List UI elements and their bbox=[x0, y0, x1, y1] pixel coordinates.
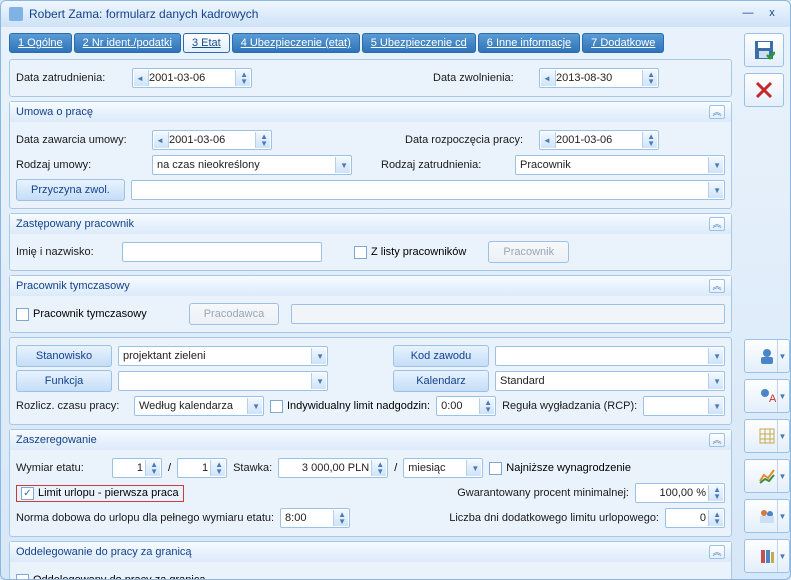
first-job-highlight: ✓Limit urlopu - pierwsza praca bbox=[16, 485, 184, 502]
collapse-icon[interactable]: ︽ bbox=[709, 279, 725, 293]
temp-section-title: Pracownik tymczasowy bbox=[16, 280, 709, 292]
temp-worker-checkbox[interactable]: Pracownik tymczasowy bbox=[16, 308, 147, 321]
wymiar-num-field[interactable]: 1▲▼ bbox=[112, 458, 162, 478]
gwar-label: Gwarantowany procent minimalnej: bbox=[457, 487, 629, 499]
grade-section-title: Zaszeregowanie bbox=[16, 434, 709, 446]
hire-date-field[interactable]: ◄2001-03-06▲▼ bbox=[132, 68, 252, 88]
grid-icon bbox=[758, 427, 776, 445]
replaced-section-title: Zastępowany pracownik bbox=[16, 218, 709, 230]
rcp-label: Reguła wygładzania (RCP): bbox=[502, 400, 637, 412]
individual-limit-checkbox[interactable]: Indywidualny limit nadgodzin: bbox=[270, 400, 430, 413]
time-settle-label: Rozlicz. czasu pracy: bbox=[16, 400, 128, 412]
employer-button: Pracodawca bbox=[189, 303, 280, 325]
tab-bar: 1 Ogólne 2 Nr ident./podatki 3 Etat 4 Ub… bbox=[9, 33, 732, 53]
stawka-label: Stawka: bbox=[233, 462, 272, 474]
funkcja-combo[interactable]: ▼ bbox=[118, 371, 328, 391]
gwar-field[interactable]: 100,00 %▲▼ bbox=[635, 483, 725, 503]
funkcja-button[interactable]: Funkcja bbox=[16, 370, 112, 392]
replaced-name-input[interactable] bbox=[122, 242, 322, 262]
app-icon bbox=[9, 7, 23, 21]
wymiar-den-field[interactable]: 1▲▼ bbox=[177, 458, 227, 478]
window-title: Robert Zama: formularz danych kadrowych bbox=[29, 7, 734, 21]
tool-button-4[interactable]: ▼ bbox=[744, 459, 790, 493]
kod-zawodu-button[interactable]: Kod zawodu bbox=[393, 345, 489, 367]
save-button[interactable] bbox=[744, 33, 784, 67]
kalendarz-combo[interactable]: Standard▼ bbox=[495, 371, 725, 391]
floppy-disk-icon bbox=[753, 39, 775, 61]
collapse-icon[interactable]: ︽ bbox=[709, 545, 725, 559]
wymiar-label: Wymiar etatu: bbox=[16, 462, 106, 474]
fire-date-label: Data zwolnienia: bbox=[433, 72, 533, 84]
collapse-icon[interactable]: ︽ bbox=[709, 433, 725, 447]
per-combo[interactable]: miesiąc▼ bbox=[403, 458, 483, 478]
tool-button-3[interactable]: ▼ bbox=[744, 419, 790, 453]
people-icon bbox=[758, 507, 776, 525]
norma-field[interactable]: 8:00▲▼ bbox=[280, 508, 350, 528]
tool-button-5[interactable]: ▼ bbox=[744, 499, 790, 533]
collapse-icon[interactable]: ︽ bbox=[709, 217, 725, 231]
collapse-icon[interactable]: ︽ bbox=[709, 105, 725, 119]
hire-date-label: Data zatrudnienia: bbox=[16, 72, 126, 84]
kalendarz-button[interactable]: Kalendarz bbox=[393, 370, 489, 392]
start-date-label: Data rozpoczęcia pracy: bbox=[405, 134, 533, 146]
books-icon bbox=[758, 547, 776, 565]
stanowisko-button[interactable]: Stanowisko bbox=[16, 345, 112, 367]
fire-date-field[interactable]: ◄2013-08-30▲▼ bbox=[539, 68, 659, 88]
individual-limit-field[interactable]: 0:00▲▼ bbox=[436, 396, 496, 416]
rcp-combo[interactable]: ▼ bbox=[643, 396, 725, 416]
tab-ident[interactable]: 2 Nr ident./podatki bbox=[74, 33, 181, 53]
termination-reason-combo[interactable]: ▼ bbox=[131, 180, 725, 200]
chart-icon bbox=[758, 467, 776, 485]
stawka-field[interactable]: 3 000,00 PLN▲▼ bbox=[278, 458, 388, 478]
time-settle-combo[interactable]: Według kalendarza▼ bbox=[134, 396, 264, 416]
extra-days-label: Liczba dni dodatkowego limitu urlopowego… bbox=[449, 512, 659, 524]
employment-type-combo[interactable]: Pracownik▼ bbox=[515, 155, 725, 175]
tab-inne[interactable]: 6 Inne informacje bbox=[478, 33, 580, 53]
slash-label: / bbox=[168, 462, 171, 474]
person-a-icon: A bbox=[758, 387, 776, 405]
cancel-button[interactable] bbox=[744, 73, 784, 107]
sign-date-field[interactable]: ◄2001-03-06▲▼ bbox=[152, 130, 272, 150]
tab-ubezp-cd[interactable]: 5 Ubezpieczenie cd bbox=[362, 33, 476, 53]
tab-dodatkowe[interactable]: 7 Dodatkowe bbox=[582, 33, 664, 53]
kod-zawodu-combo[interactable]: ▼ bbox=[495, 346, 725, 366]
from-list-checkbox[interactable]: Z listy pracowników bbox=[354, 246, 466, 259]
min-wage-checkbox[interactable]: Najniższe wynagrodzenie bbox=[489, 462, 631, 475]
tab-ubezp-etat[interactable]: 4 Ubezpieczenie (etat) bbox=[232, 33, 360, 53]
abroad-checkbox[interactable]: Oddelegowany do pracy za granicą bbox=[16, 574, 205, 580]
contract-type-label: Rodzaj umowy: bbox=[16, 159, 146, 171]
sign-date-label: Data zawarcia umowy: bbox=[16, 134, 146, 146]
x-icon bbox=[754, 80, 774, 100]
worker-button: Pracownik bbox=[488, 241, 569, 263]
contract-type-combo[interactable]: na czas nieokreślony▼ bbox=[152, 155, 352, 175]
tool-button-6[interactable]: ▼ bbox=[744, 539, 790, 573]
person-icon bbox=[758, 347, 776, 365]
tool-button-2[interactable]: A▼ bbox=[744, 379, 790, 413]
norma-label: Norma dobowa do urlopu dla pełnego wymia… bbox=[16, 512, 274, 524]
per-slash: / bbox=[394, 462, 397, 474]
svg-text:A: A bbox=[769, 393, 776, 405]
tab-ogolne[interactable]: 1 Ogólne bbox=[9, 33, 72, 53]
tool-button-1[interactable]: ▼ bbox=[744, 339, 790, 373]
minimize-button[interactable]: — bbox=[738, 6, 758, 22]
employer-input bbox=[291, 304, 725, 324]
replaced-name-label: Imię i nazwisko: bbox=[16, 246, 116, 258]
contract-section-title: Umowa o pracę bbox=[16, 106, 709, 118]
extra-days-field[interactable]: 0▲▼ bbox=[665, 508, 725, 528]
first-job-limit-checkbox[interactable]: ✓Limit urlopu - pierwsza praca bbox=[21, 487, 179, 500]
start-date-field[interactable]: ◄2001-03-06▲▼ bbox=[539, 130, 659, 150]
termination-reason-button[interactable]: Przyczyna zwol. bbox=[16, 179, 125, 201]
tab-etat[interactable]: 3 Etat bbox=[183, 33, 230, 53]
employment-type-label: Rodzaj zatrudnienia: bbox=[381, 159, 509, 171]
abroad-section-title: Oddelegowanie do pracy za granicą bbox=[16, 546, 709, 558]
stanowisko-combo[interactable]: projektant zieleni▼ bbox=[118, 346, 328, 366]
close-button[interactable]: x bbox=[762, 6, 782, 22]
